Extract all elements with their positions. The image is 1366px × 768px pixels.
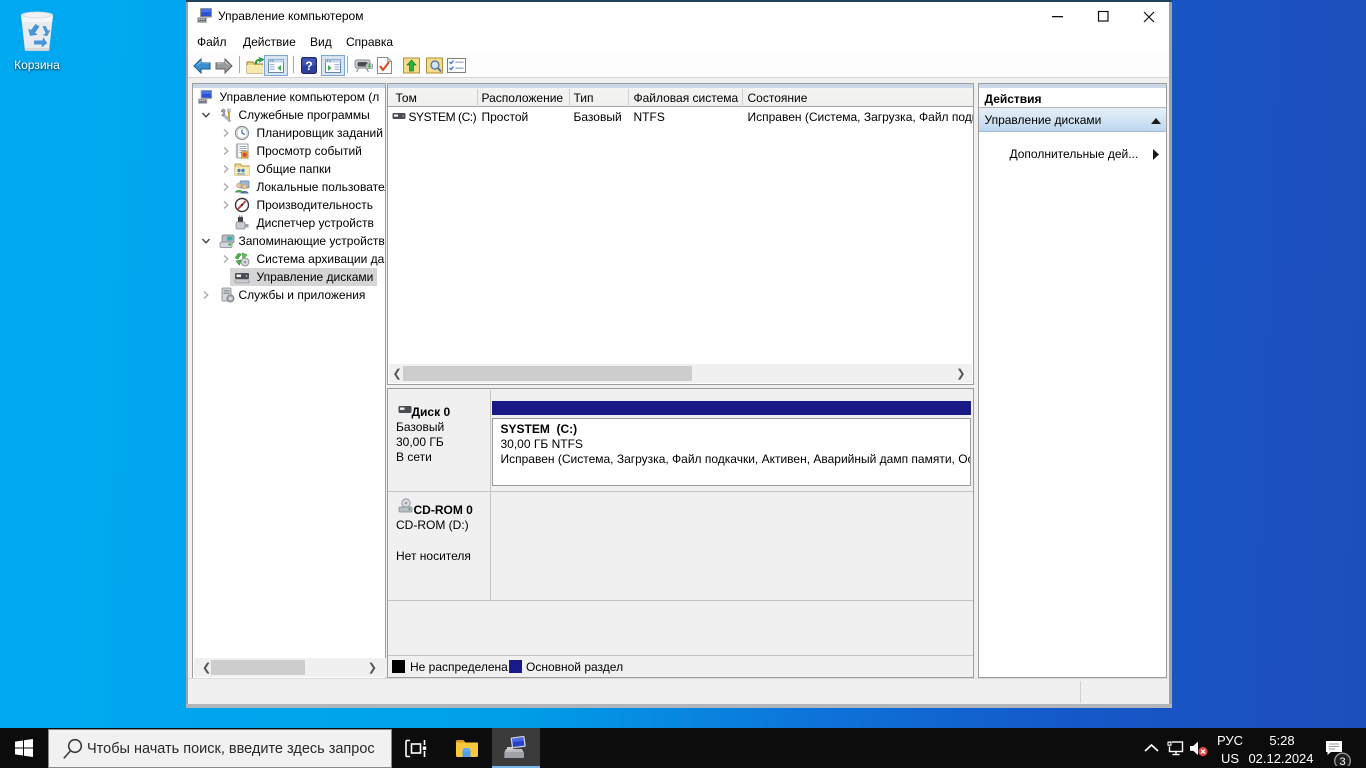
- svg-text:3: 3: [1339, 756, 1345, 766]
- svg-text:?: ?: [305, 59, 312, 73]
